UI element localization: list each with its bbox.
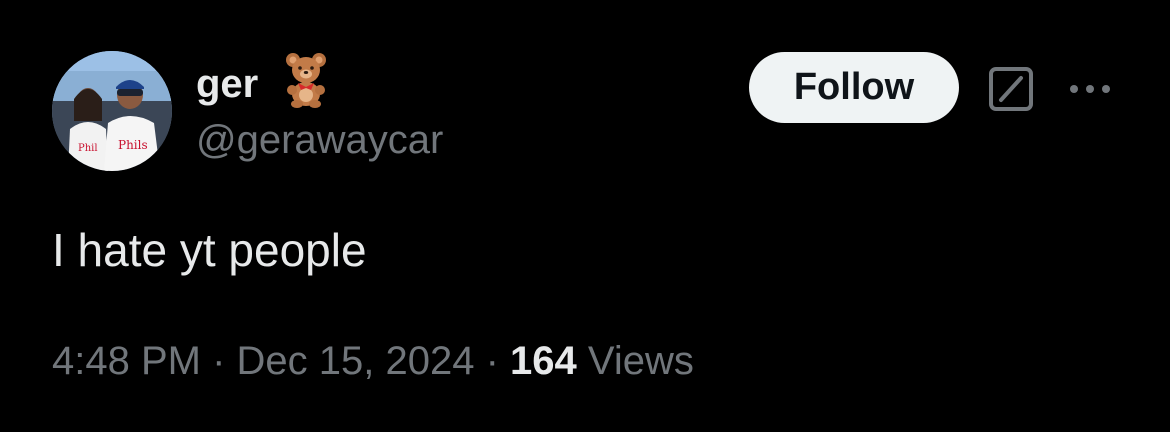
tweet-date[interactable]: Dec 15, 2024: [237, 339, 475, 383]
tweet-text: I hate yt people: [52, 224, 367, 276]
follow-button[interactable]: Follow: [749, 52, 959, 123]
meta-separator: ·: [200, 339, 237, 383]
svg-text:Phil: Phil: [78, 143, 98, 154]
tweet-card: Phil Phils ger @gerawaycar Follow I hate…: [0, 0, 1170, 432]
display-name[interactable]: ger: [196, 60, 258, 108]
meta-separator: ·: [474, 339, 511, 383]
views-count[interactable]: 164: [510, 339, 577, 383]
user-handle[interactable]: @gerawaycar: [196, 116, 443, 164]
teddy-bear-icon: [286, 53, 326, 108]
tweet-meta: 4:48 PM · Dec 15, 2024 · 164 Views: [52, 336, 694, 386]
views-label: Views: [576, 339, 694, 383]
svg-text:Phils: Phils: [118, 138, 148, 152]
avatar[interactable]: Phil Phils: [52, 51, 172, 171]
tweet-time[interactable]: 4:48 PM: [52, 339, 201, 383]
more-options-icon[interactable]: [1066, 74, 1114, 104]
grok-icon[interactable]: [987, 65, 1035, 113]
avatar-photo: Phil Phils: [52, 51, 172, 171]
